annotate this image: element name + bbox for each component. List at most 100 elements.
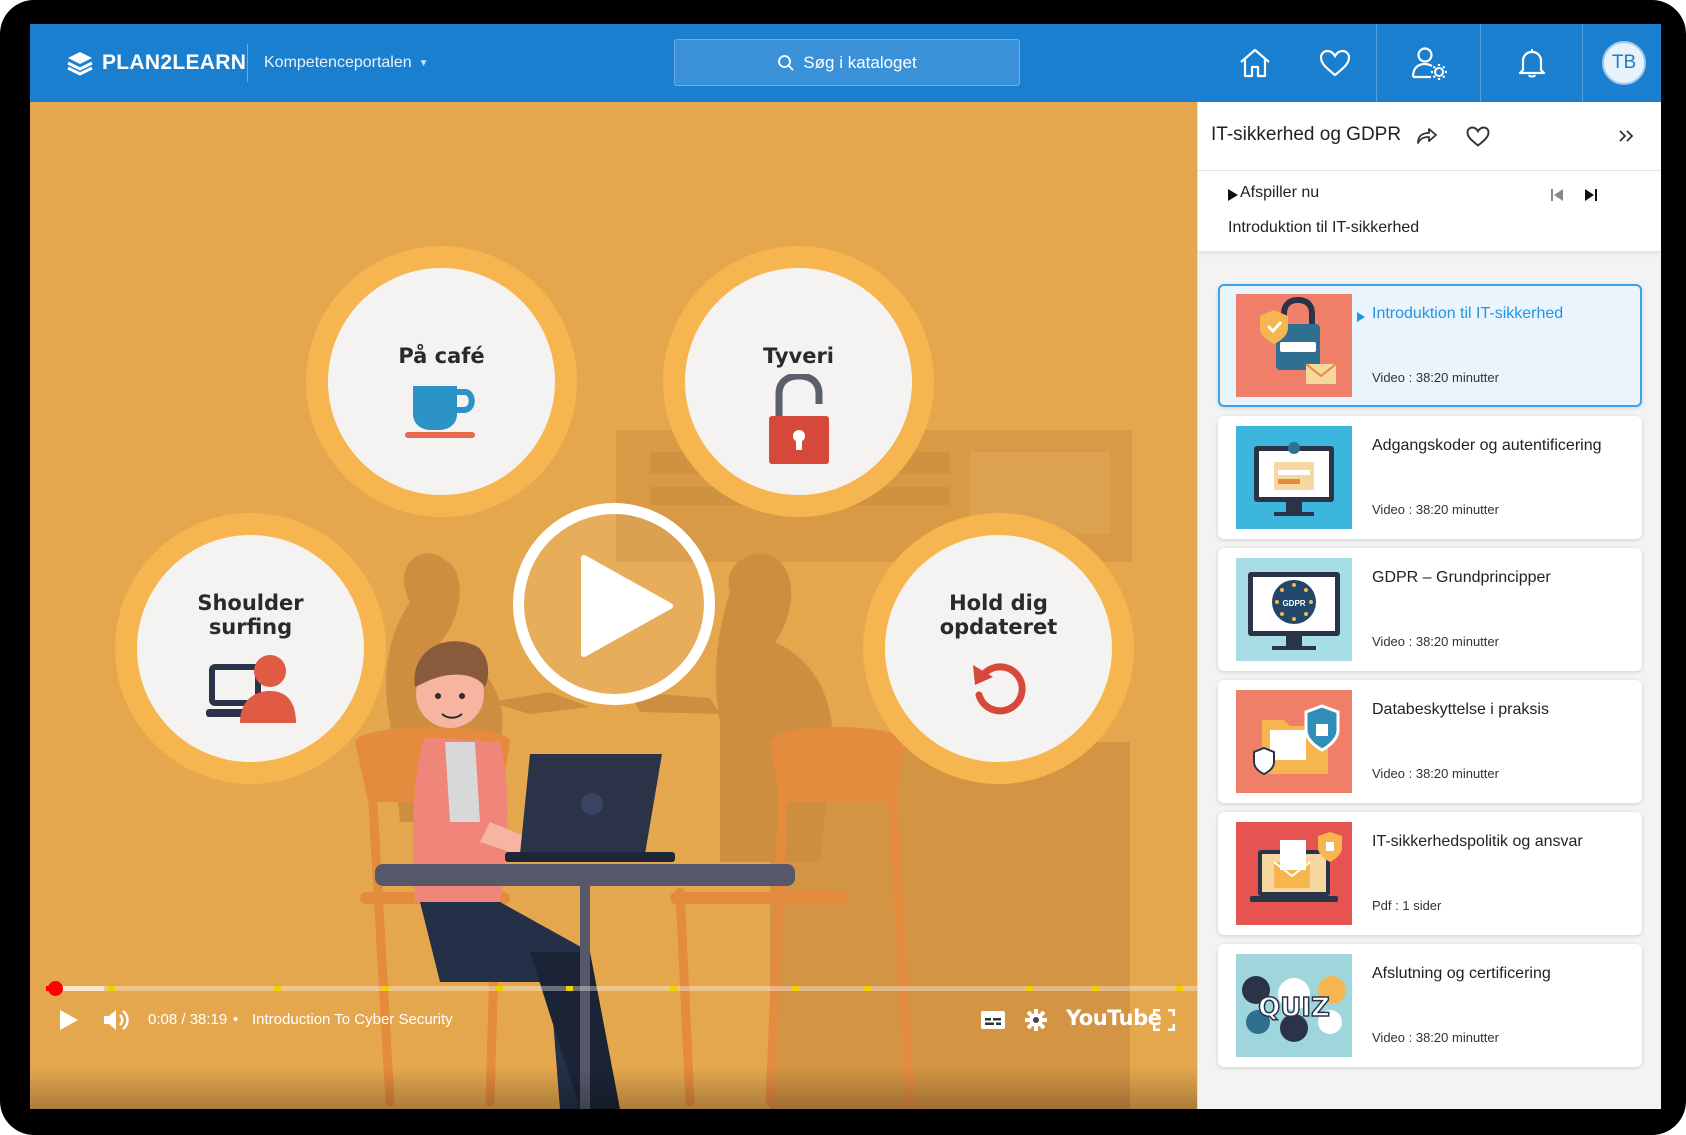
bubble-shoulder-surfing: Shoulder surfing	[115, 513, 386, 784]
toolbar-divider	[1582, 24, 1583, 102]
svg-text:QUIZ: QUIZ	[1258, 993, 1330, 1023]
svg-text:GDPR: GDPR	[1282, 599, 1305, 608]
playlist-item[interactable]: Databeskyttelse i praksis Video : 38:20 …	[1218, 680, 1642, 803]
toolbar-divider	[1376, 24, 1377, 102]
now-playing-label: Afspiller nu	[1240, 184, 1320, 201]
course-title: IT-sikkerhed og GDPR	[1211, 124, 1402, 145]
playlist-item[interactable]: IT-sikkerhedspolitik og ansvar Pdf : 1 s…	[1218, 812, 1642, 935]
chapter-marker	[566, 986, 573, 991]
app-screen: PLAN2LEARN Kompetenceportalen ▼ Søg i ka…	[30, 24, 1661, 1109]
item-title: IT-sikkerhedspolitik og ansvar	[1372, 833, 1583, 850]
heart-icon[interactable]	[1466, 126, 1490, 147]
stack-layers-icon	[67, 52, 93, 76]
collapse-chevrons-icon[interactable]	[1618, 129, 1634, 143]
player-controls: 0:08 / 38:19 • Introduction To Cyber Sec…	[30, 1000, 1197, 1042]
item-meta: Video : 38:20 minutter	[1372, 502, 1499, 517]
caret-down-icon: ▼	[418, 57, 429, 69]
playlist-item[interactable]: QUIZ Afslutning og certificering Video :…	[1218, 944, 1642, 1067]
chapter-marker	[274, 986, 281, 991]
video-title[interactable]: Introduction To Cyber Security	[252, 1011, 453, 1028]
play-icon	[581, 555, 673, 657]
bubble-label: Tyveri	[762, 344, 834, 368]
bubble-stay-updated: Hold dig opdateret	[863, 513, 1134, 784]
portal-selector[interactable]: Kompetenceportalen ▼	[247, 44, 429, 82]
time-display: 0:08 / 38:19	[148, 1011, 228, 1028]
open-padlock-icon	[768, 374, 829, 464]
folder-shield-thumb	[1236, 690, 1352, 793]
bubble-label: På café	[398, 344, 485, 368]
chapter-marker	[496, 986, 503, 991]
item-title: GDPR – Grundprincipper	[1372, 569, 1551, 586]
panel-header: IT-sikkerhed og GDPR	[1198, 102, 1661, 171]
search-placeholder: Søg i kataloget	[803, 52, 917, 72]
play-small-icon	[1228, 189, 1238, 201]
item-title: Afslutning og certificering	[1372, 965, 1551, 982]
favorites-button[interactable]	[1310, 24, 1360, 102]
captions-icon[interactable]	[980, 1010, 1006, 1030]
playlist-item[interactable]: Introduktion til IT-sikkerhed Video : 38…	[1218, 284, 1642, 407]
device-frame: PLAN2LEARN Kompetenceportalen ▼ Søg i ka…	[0, 0, 1686, 1135]
portal-label: Kompetenceportalen	[264, 54, 412, 71]
user-settings-button[interactable]	[1382, 24, 1478, 102]
chapter-marker	[1092, 986, 1099, 991]
home-button[interactable]	[1230, 24, 1280, 102]
padlock-shield-thumb	[1236, 294, 1352, 397]
chapter-marker	[792, 986, 799, 991]
item-meta: Pdf : 1 sider	[1372, 898, 1442, 913]
volume-icon[interactable]	[102, 1008, 130, 1032]
previous-track-icon[interactable]	[1550, 188, 1564, 202]
youtube-logo[interactable]: YouTube	[1066, 1006, 1162, 1030]
chapter-marker	[1026, 986, 1033, 991]
playlist-item[interactable]: Adgangskoder og autentificering Video : …	[1218, 416, 1642, 539]
item-meta: Video : 38:20 minutter	[1372, 370, 1499, 385]
gdpr-monitor-thumb: GDPR	[1236, 558, 1352, 661]
now-playing-box: Afspiller nu Introduktion til IT-sikkerh…	[1198, 171, 1661, 251]
logo-text: PLAN2LEARN	[102, 51, 247, 74]
item-meta: Video : 38:20 minutter	[1372, 1030, 1499, 1045]
play-icon[interactable]	[58, 1008, 80, 1032]
toolbar-divider	[1480, 24, 1481, 102]
home-icon	[1240, 48, 1270, 78]
user-gear-icon	[1411, 47, 1447, 80]
heart-icon	[1319, 49, 1351, 77]
video-player[interactable]: På café Tyveri Shoulder surfing Hold dig…	[30, 102, 1197, 1109]
refresh-arrow-icon	[972, 663, 1026, 715]
video-progress-bar[interactable]	[46, 986, 1197, 991]
user-at-laptop-icon	[205, 655, 296, 723]
title-separator: •	[233, 1011, 239, 1028]
item-meta: Video : 38:20 minutter	[1372, 634, 1499, 649]
monitor-login-thumb	[1236, 426, 1352, 529]
fullscreen-icon[interactable]	[1153, 1009, 1175, 1031]
bubble-theft: Tyveri	[663, 246, 934, 517]
item-title: Introduktion til IT-sikkerhed	[1372, 305, 1564, 322]
controls-gradient	[30, 1067, 1197, 1109]
top-bar: PLAN2LEARN Kompetenceportalen ▼ Søg i ka…	[30, 24, 1661, 102]
chapter-marker	[864, 986, 871, 991]
now-playing-title: Introduktion til IT-sikkerhed	[1228, 219, 1420, 236]
search-box[interactable]: Søg i kataloget	[674, 39, 1020, 86]
item-title: Databeskyttelse i praksis	[1372, 701, 1549, 718]
bubble-cafe: På café	[306, 246, 577, 517]
playlist-item[interactable]: GDPR GDPR – Grundprincipper Video : 38:2…	[1218, 548, 1642, 671]
bubble-label: Shoulder surfing	[197, 591, 304, 639]
user-avatar[interactable]: TB	[1602, 41, 1646, 85]
quiz-thumb: QUIZ	[1236, 954, 1352, 1057]
chapter-marker	[108, 986, 115, 991]
chapter-marker	[1176, 986, 1183, 991]
settings-gear-icon[interactable]	[1024, 1008, 1048, 1032]
item-meta: Video : 38:20 minutter	[1372, 766, 1499, 781]
notifications-button[interactable]	[1484, 24, 1580, 102]
chapter-marker	[670, 986, 677, 991]
brand-logo[interactable]: PLAN2LEARN	[66, 48, 246, 78]
playlist-panel: IT-sikkerhed og GDPR Afspiller nu Introd…	[1197, 102, 1661, 1109]
bubble-label: Hold dig opdateret	[939, 591, 1058, 639]
chapter-marker	[382, 986, 389, 991]
share-icon[interactable]	[1416, 127, 1438, 145]
search-icon	[778, 54, 794, 71]
coffee-cup-icon	[404, 386, 475, 438]
item-title: Adgangskoder og autentificering	[1372, 437, 1602, 454]
bell-icon	[1518, 49, 1546, 78]
next-track-icon[interactable]	[1584, 188, 1598, 202]
big-play-button[interactable]	[513, 503, 715, 705]
laptop-email-thumb	[1236, 822, 1352, 925]
